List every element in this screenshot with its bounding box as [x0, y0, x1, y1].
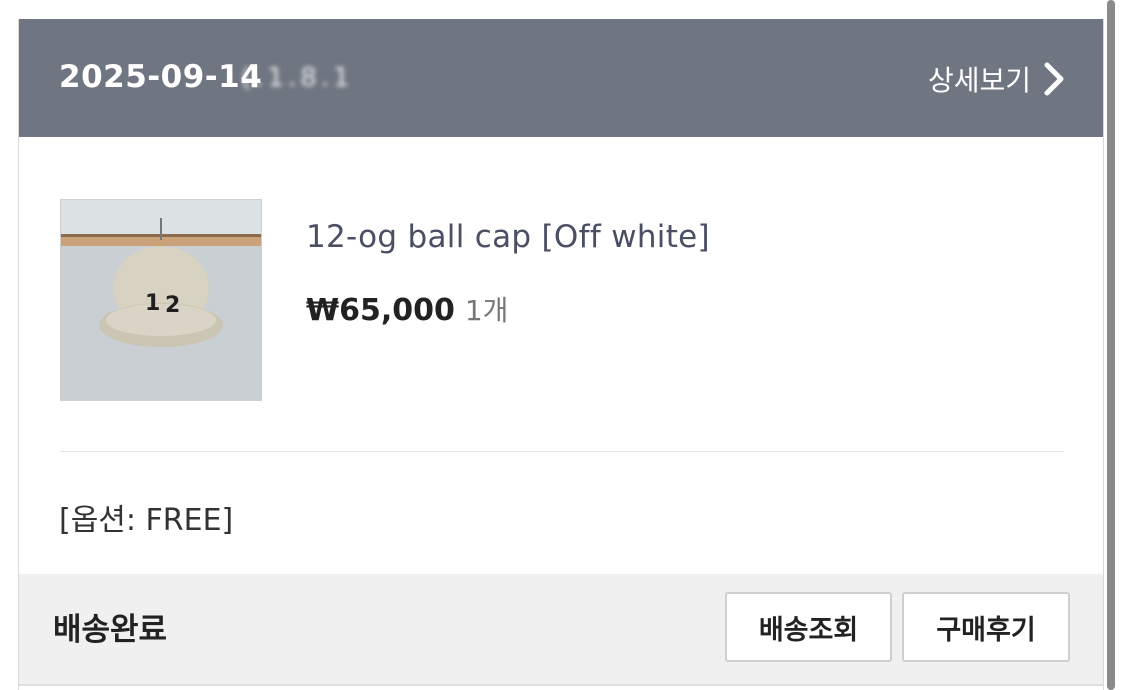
scrollbar[interactable]: [1107, 0, 1115, 690]
product-thumbnail[interactable]: 1 2: [60, 199, 262, 401]
order-header: 2025-09-14 (.1.8.1 상세보기: [19, 19, 1103, 137]
order-card: 2025-09-14 (.1.8.1 상세보기 1 2 12-og ball c…: [18, 19, 1104, 690]
view-details-link[interactable]: 상세보기: [928, 57, 1065, 101]
chevron-right-icon: [1043, 62, 1065, 96]
track-delivery-button[interactable]: 배송조회: [725, 592, 892, 662]
product-quantity: 1개: [464, 294, 509, 327]
order-item: 1 2 12-og ball cap [Off white] ₩65,000 1…: [60, 199, 1064, 409]
write-review-button[interactable]: 구매후기: [902, 592, 1070, 662]
product-price: ₩65,000: [306, 293, 455, 328]
order-id-redacted: (.1.8.1: [241, 63, 354, 93]
view-details-label: 상세보기: [927, 64, 1031, 97]
product-option: [옵션: FREE]: [59, 503, 234, 538]
svg-text:2: 2: [165, 293, 180, 318]
price-row: ₩65,000 1개: [306, 289, 508, 329]
order-date: 2025-09-14: [59, 59, 263, 95]
section-divider: [60, 451, 1064, 452]
svg-text:1: 1: [145, 291, 160, 316]
order-page: 2025-09-14 (.1.8.1 상세보기 1 2 12-og ball c…: [0, 0, 1125, 690]
delivery-status: 배송완료: [53, 612, 168, 648]
product-name[interactable]: 12-og ball cap [Off white]: [306, 219, 710, 255]
cap-product-image: 1 2: [61, 200, 261, 400]
order-footer: 배송완료 배송조회 구매후기: [19, 574, 1103, 686]
